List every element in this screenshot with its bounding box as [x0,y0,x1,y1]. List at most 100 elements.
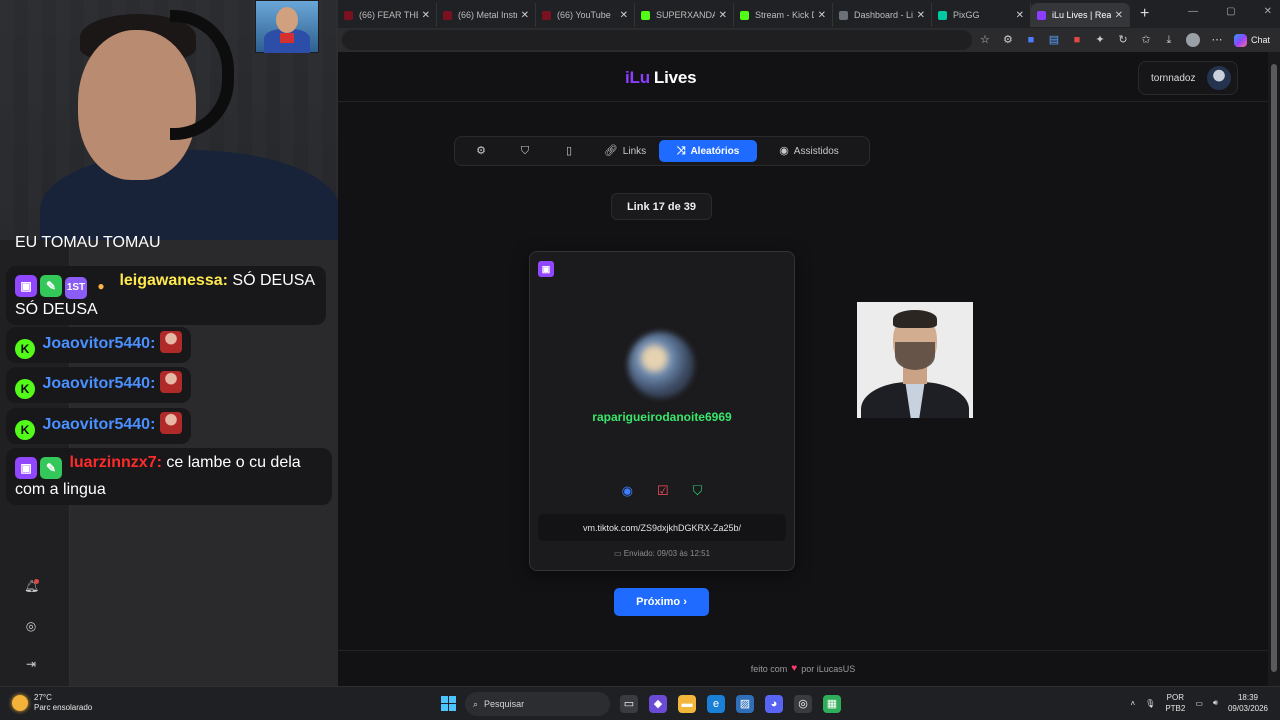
close-icon[interactable]: ✕ [917,10,925,21]
page-footer: feito com ♥ por iLucasUS [338,650,1268,686]
browser-tab[interactable]: PixGG ✕ [932,3,1031,27]
chevron-up-icon[interactable]: ˄ [1131,699,1136,708]
microphone-icon[interactable]: 🎙︎ [1145,699,1155,708]
photos-icon[interactable]: ▨ [736,695,754,713]
star-icon[interactable]: ☆ [979,34,991,46]
browser-tab[interactable]: (66) Metal Instru ✕ [437,3,536,27]
file-explorer-icon[interactable]: ▬ [678,695,696,713]
browser-toolbar: ☆ ⚙ ■ ▤ ■ ✦ ↻ ✩ ⤓ ⋯ Chat [338,28,1280,52]
favorites-icon[interactable]: ✩ [1140,34,1152,46]
browser-tab[interactable]: (66) YouTube ✕ [536,3,635,27]
browser-tab[interactable]: (66) FEAR THE C ✕ [338,3,437,27]
task-view-icon[interactable]: ▭ [620,695,638,713]
tab-favicon-icon [740,10,749,20]
taskbar-search[interactable]: ⌕ Pesquisar [465,692,610,716]
tab-favicon-icon [1037,10,1046,20]
close-icon[interactable]: ✕ [1016,10,1024,21]
close-icon[interactable]: ✕ [1115,10,1123,21]
maximize-icon[interactable]: ▢ [1226,6,1235,17]
help-ring-icon[interactable]: ◎ [24,619,38,633]
browser-tab[interactable]: Stream - Kick Da ✕ [734,3,833,27]
gear-icon: ⚙ [476,144,486,157]
tab-assistidos[interactable]: ◉ Assistidos [757,140,861,162]
view-eye-icon[interactable]: ◉ [622,484,633,498]
browser-tab[interactable]: Dashboard - Live ✕ [833,3,932,27]
close-icon[interactable]: ✕ [422,10,430,21]
refresh-icon[interactable]: ↻ [1117,34,1129,46]
tablet-icon: ▯ [565,144,573,157]
puzzle-icon[interactable]: ✦ [1094,34,1106,46]
kick-icon: K [15,420,35,440]
minimize-icon[interactable]: — [1188,6,1198,17]
browser-tab[interactable]: iLu Lives | React ✕ [1031,3,1130,27]
start-button[interactable] [441,696,456,711]
discord-icon[interactable]: ◕ [765,695,783,713]
tab-links[interactable]: 🔗︎ Links [591,140,659,162]
kick-icon: K [15,339,35,359]
user-menu[interactable]: tornnadoz [1138,61,1238,95]
heart-icon: ♥ [791,663,798,674]
tab-settings[interactable]: ⚙ [459,140,503,162]
copilot-chat-button[interactable]: Chat [1233,33,1270,47]
close-icon[interactable]: ✕ [620,10,628,21]
chat-username: Joaovitor5440: [42,335,156,352]
windows-taskbar: 27°C Parc ensolarado ⌕ Pesquisar ▭ ◆ ▬ e… [0,686,1280,720]
mark-checked-icon[interactable]: ☑ [657,484,669,498]
tab-title: SUPERXANDAO [656,10,715,20]
office-icon[interactable]: ■ [1071,34,1083,46]
scrollbar-thumb[interactable] [1271,64,1277,672]
app-header: iLu Lives tornnadoz [338,52,1268,102]
random-link-card: ▣ raparigueirodanoite6969 ◉ ☑ ⛉ vm.tikto… [529,251,795,571]
chat-message: ▣ ✎ luarzinnzx7: ce lambe o cu dela com a… [6,448,332,505]
shield-action-icon[interactable]: ⛉ [693,484,703,498]
new-tab-button[interactable]: + [1140,5,1149,23]
app-icon[interactable]: ▦ [823,695,841,713]
link-icon: 🔗︎ [603,144,618,157]
page-scrollbar[interactable] [1268,52,1280,686]
tab-aleatorios[interactable]: ⤨ Aleatórios [659,140,757,162]
close-window-icon[interactable]: ✕ [1264,6,1272,17]
network-icon[interactable]: ▭ [1195,699,1203,708]
tab-tablet[interactable]: ▯ [547,140,591,162]
browser-tab[interactable]: SUPERXANDAO ✕ [635,3,734,27]
browser-tab-bar: (66) FEAR THE C✕(66) Metal Instru✕(66) Y… [338,0,1280,28]
footer-text-after: por iLucasUS [801,663,856,674]
extension-icon[interactable]: ⚙ [1002,34,1014,46]
sun-icon [12,695,28,711]
copilot-taskbar-icon[interactable]: ◆ [649,695,667,713]
app-page: iLu Lives tornnadoz ⚙ ⛉ ▯ 🔗︎ Links ⤨ Aleató… [338,52,1268,686]
submitter-avatar [628,332,694,398]
logout-icon[interactable]: ⇥ [24,657,38,671]
link-url[interactable]: vm.tiktok.com/ZS9dxjkhDGKRX-Za25b/ [538,514,786,541]
shield-extension-icon[interactable]: ■ [1025,34,1037,46]
webcam-feed [0,0,338,240]
eye-icon: ◉ [779,144,789,157]
link-counter: Link 17 de 39 [611,193,712,220]
profile-avatar[interactable] [1185,33,1200,47]
next-button[interactable]: Próximo › [614,588,709,616]
brand-logo[interactable]: iLu Lives [625,68,697,88]
edge-icon[interactable]: e [707,695,725,713]
tab-shield[interactable]: ⛉ [503,140,547,162]
language-indicator[interactable]: POR PTB2 [1165,692,1185,714]
download-icon[interactable]: ⤓ [1163,34,1175,46]
tab-favicon-icon [542,10,551,20]
clock[interactable]: 18:39 09/03/2026 [1228,692,1268,714]
tab-title: (66) FEAR THE C [359,10,418,20]
chat-message: EU TOMAU TOMAU [6,232,170,254]
volume-icon[interactable]: 🔊︎ [1213,698,1218,708]
calendar-icon: ▭ [613,549,622,558]
weather-description: Parc ensolarado [34,703,93,712]
weather-widget[interactable]: 27°C Parc ensolarado [12,693,92,713]
obs-icon[interactable]: ◎ [794,695,812,713]
tab-title: (66) YouTube [557,10,611,20]
more-menu-icon[interactable]: ⋯ [1211,34,1223,46]
shield-icon: ⛉ [520,144,530,157]
address-bar[interactable] [342,30,972,50]
close-icon[interactable]: ✕ [719,10,727,21]
close-icon[interactable]: ✕ [818,10,826,21]
close-icon[interactable]: ✕ [521,10,529,21]
notification-dot [34,579,39,584]
translate-icon[interactable]: ▤ [1048,34,1060,46]
first-badge-icon: 1ST [65,277,87,299]
